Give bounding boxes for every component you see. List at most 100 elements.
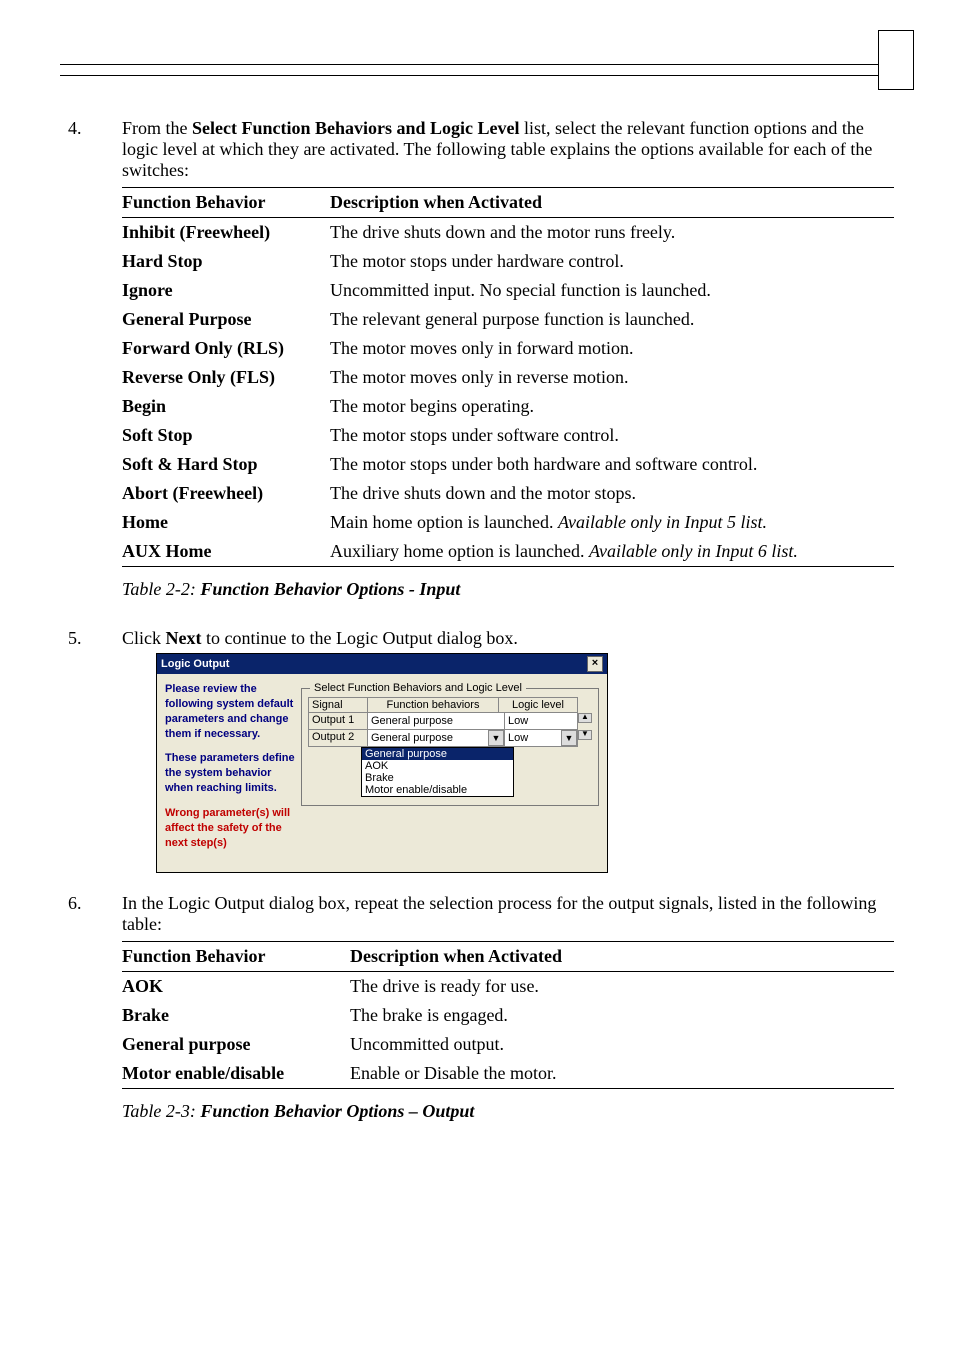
cell-fb: Motor enable/disable [122, 1059, 350, 1089]
cell-ll-combo[interactable]: Low ▼ [505, 730, 578, 747]
step-5: 5. Click Next to continue to the Logic O… [60, 628, 894, 883]
cell-fb: Begin [122, 392, 330, 421]
cell-desc: The motor stops under both hardware and … [330, 450, 894, 479]
cell-signal: Output 1 [308, 713, 368, 730]
table-row: Hard StopThe motor stops under hardware … [122, 247, 894, 276]
table-row: Abort (Freewheel)The drive shuts down an… [122, 479, 894, 508]
step-4-body: From the Select Function Behaviors and L… [122, 118, 894, 618]
cell-fb: Soft & Hard Stop [122, 450, 330, 479]
step-4-text-before: From the [122, 118, 192, 138]
table-row: General PurposeThe relevant general purp… [122, 305, 894, 334]
grid-head-ll: Logic level [499, 697, 578, 713]
cell-fb-combo[interactable]: General purpose ▼ [368, 730, 505, 747]
combo-value: General purpose [371, 715, 453, 727]
cell-fb-combo[interactable]: General purpose [368, 713, 505, 730]
grid-header: Signal Function behaviors Logic level [308, 697, 592, 713]
scroll-up-icon[interactable]: ▲ [578, 713, 592, 723]
dropdown-option[interactable]: General purpose [362, 748, 513, 760]
cell-fb: Inhibit (Freewheel) [122, 218, 330, 248]
caption-prefix: Table 2-3: [122, 1101, 200, 1121]
combo-value: Low [508, 732, 528, 744]
table-row: Reverse Only (FLS)The motor moves only i… [122, 363, 894, 392]
instr-p1: Please review the following system defau… [165, 682, 295, 741]
table-row: BeginThe motor begins operating. [122, 392, 894, 421]
step-4-number: 4. [60, 118, 122, 618]
cell-fb: Reverse Only (FLS) [122, 363, 330, 392]
cell-desc-em: Available only in Input 6 list. [589, 541, 798, 561]
cell-fb: AUX Home [122, 537, 330, 567]
step-5-body: Click Next to continue to the Logic Outp… [122, 628, 894, 883]
dropdown-option[interactable]: Brake [362, 772, 513, 784]
table-2-caption: Table 2-3: Function Behavior Options – O… [122, 1101, 894, 1122]
grid-head-signal: Signal [308, 697, 368, 713]
cell-fb: AOK [122, 972, 350, 1002]
chevron-down-icon[interactable]: ▼ [488, 730, 504, 746]
dialog-instructions: Please review the following system defau… [165, 682, 301, 860]
dialog-title-text: Logic Output [161, 658, 229, 670]
dialog-fieldset: Select Function Behaviors and Logic Leve… [301, 688, 599, 806]
close-icon[interactable]: × [587, 656, 603, 672]
combo-value: General purpose [371, 732, 453, 744]
step-5-number: 5. [60, 628, 122, 883]
header-rule-top [60, 64, 894, 65]
table-row: AOKThe drive is ready for use. [122, 972, 894, 1002]
cell-desc: Uncommitted input. No special function i… [330, 276, 894, 305]
cell-desc-em: Available only in Input 5 list. [558, 512, 767, 532]
caption-prefix: Table 2-2: [122, 579, 200, 599]
cell-desc: The motor moves only in reverse motion. [330, 363, 894, 392]
cell-desc: The motor begins operating. [330, 392, 894, 421]
cell-desc: The motor moves only in forward motion. [330, 334, 894, 363]
cell-desc: The motor stops under software control. [330, 421, 894, 450]
step-4-text-bold: Select Function Behaviors and Logic Leve… [192, 118, 520, 138]
cell-ll-combo[interactable]: Low [505, 713, 578, 730]
logic-output-dialog: Logic Output × Please review the followi… [156, 653, 608, 873]
cell-desc: Auxiliary home option is launched. Avail… [330, 537, 894, 567]
table-row: Forward Only (RLS)The motor moves only i… [122, 334, 894, 363]
cell-desc: The brake is engaged. [350, 1001, 894, 1030]
step-6: 6. In the Logic Output dialog box, repea… [60, 893, 894, 1140]
step-5-text-before: Click [122, 628, 166, 648]
cell-desc: Uncommitted output. [350, 1030, 894, 1059]
instr-p3: Wrong parameter(s) will affect the safet… [165, 806, 295, 851]
step-6-number: 6. [60, 893, 122, 1140]
step-5-text-after: to continue to the Logic Output dialog b… [201, 628, 517, 648]
header-corner-box [878, 30, 914, 90]
instr-p2: These parameters define the system behav… [165, 751, 295, 796]
cell-desc: Main home option is launched. Available … [330, 508, 894, 537]
cell-fb: Brake [122, 1001, 350, 1030]
cell-fb: Hard Stop [122, 247, 330, 276]
cell-signal: Output 2 [308, 730, 368, 747]
table-row: BrakeThe brake is engaged. [122, 1001, 894, 1030]
step-5-text-bold: Next [166, 628, 202, 648]
cell-desc-text: Auxiliary home option is launched. [330, 541, 589, 561]
cell-fb: Soft Stop [122, 421, 330, 450]
cell-fb: Forward Only (RLS) [122, 334, 330, 363]
caption-bold: Function Behavior Options - Input [200, 579, 460, 599]
cell-desc: Enable or Disable the motor. [350, 1059, 894, 1089]
step-6-text: In the Logic Output dialog box, repeat t… [122, 893, 876, 934]
dropdown-option[interactable]: AOK [362, 760, 513, 772]
th-desc: Description when Activated [330, 188, 894, 218]
table-1-caption: Table 2-2: Function Behavior Options - I… [122, 579, 894, 600]
th-desc: Description when Activated [350, 942, 894, 972]
table-row: Inhibit (Freewheel)The drive shuts down … [122, 218, 894, 248]
table-row: General purposeUncommitted output. [122, 1030, 894, 1059]
grid-row-output2: Output 2 General purpose ▼ Low ▼ ▼ [308, 730, 592, 747]
th-fb: Function Behavior [122, 942, 350, 972]
fieldset-legend: Select Function Behaviors and Logic Leve… [310, 682, 526, 694]
cell-fb: General purpose [122, 1030, 350, 1059]
fb-dropdown-list[interactable]: General purpose AOK Brake Motor enable/d… [361, 747, 514, 797]
chevron-down-icon[interactable]: ▼ [561, 730, 577, 746]
caption-bold: Function Behavior Options – Output [200, 1101, 474, 1121]
dropdown-option[interactable]: Motor enable/disable [362, 784, 513, 796]
table-row: IgnoreUncommitted input. No special func… [122, 276, 894, 305]
combo-value: Low [508, 715, 528, 727]
cell-fb: Home [122, 508, 330, 537]
table-row: HomeMain home option is launched. Availa… [122, 508, 894, 537]
th-fb: Function Behavior [122, 188, 330, 218]
cell-fb: General Purpose [122, 305, 330, 334]
dialog-titlebar[interactable]: Logic Output × [157, 654, 607, 674]
scroll-down-icon[interactable]: ▼ [578, 730, 592, 740]
table-row: AUX HomeAuxiliary home option is launche… [122, 537, 894, 567]
cell-desc: The relevant general purpose function is… [330, 305, 894, 334]
